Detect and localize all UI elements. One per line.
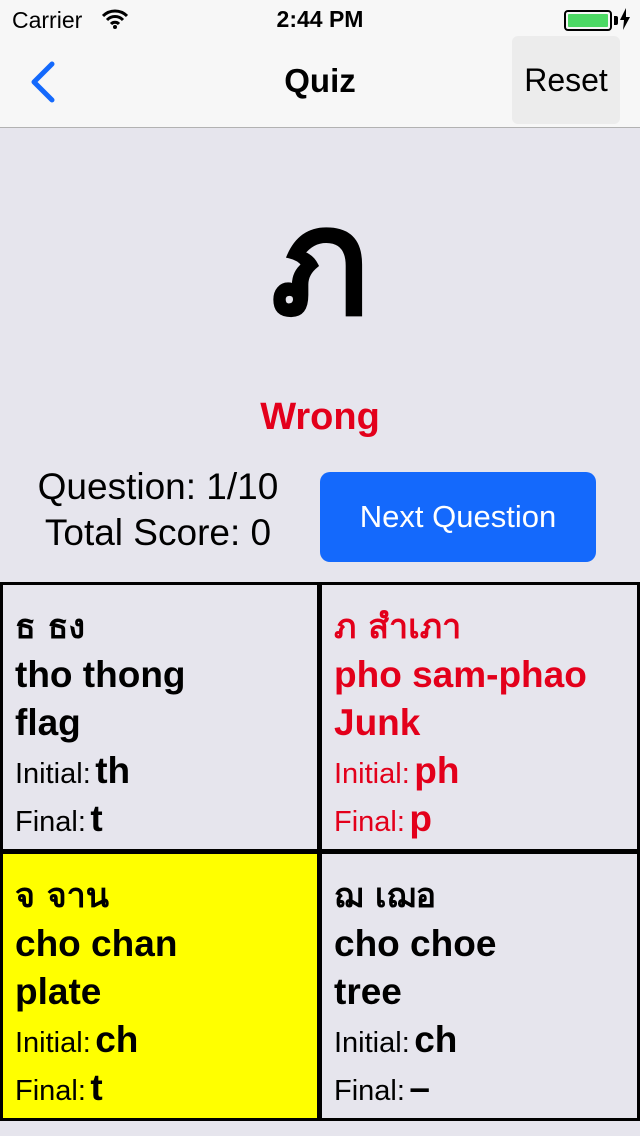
answer-option-2[interactable]: ภ สำเภา pho sam-phao Junk Initial: ph Fi… bbox=[319, 582, 640, 852]
answer-initial: Initial: ch bbox=[334, 1016, 637, 1064]
reset-button[interactable]: Reset bbox=[512, 36, 620, 124]
answer-option-4[interactable]: ฌ เฌอ cho choe tree Initial: ch Final: – bbox=[319, 851, 640, 1121]
initial-label: Initial: bbox=[334, 758, 410, 790]
final-label: Final: bbox=[15, 1075, 86, 1107]
initial-value: ch bbox=[414, 1019, 458, 1060]
initial-value: th bbox=[95, 750, 131, 791]
initial-label: Initial: bbox=[15, 758, 91, 790]
initial-label: Initial: bbox=[334, 1027, 410, 1059]
answer-thai: ภ สำเภา bbox=[334, 607, 462, 647]
answer-option-1[interactable]: ธ ธง tho thong flag Initial: th Final: t bbox=[0, 582, 320, 852]
final-value: p bbox=[409, 798, 432, 839]
final-value: t bbox=[90, 798, 103, 839]
next-question-button[interactable]: Next Question bbox=[320, 472, 596, 562]
answer-name: tho thong bbox=[15, 654, 186, 695]
question-info: Question: 1/10 Total Score: 0 bbox=[12, 464, 304, 556]
initial-value: ch bbox=[95, 1019, 139, 1060]
answer-thai: ฌ เฌอ bbox=[334, 876, 436, 916]
charging-bolt-icon bbox=[620, 8, 630, 35]
status-bar: Carrier 2:44 PM bbox=[0, 0, 640, 40]
initial-value: ph bbox=[414, 750, 460, 791]
battery-icon bbox=[564, 10, 612, 31]
answer-name: cho chan bbox=[15, 923, 178, 964]
result-label: Wrong bbox=[260, 396, 380, 438]
answer-meaning: flag bbox=[15, 702, 81, 743]
status-time: 2:44 PM bbox=[276, 6, 364, 32]
question-counter: Question: 1/10 bbox=[37, 466, 279, 507]
answer-name: cho choe bbox=[334, 923, 497, 964]
answer-final: Final: t bbox=[15, 1064, 317, 1112]
answer-thai: จ จาน bbox=[15, 876, 110, 916]
answer-option-3[interactable]: จ จาน cho chan plate Initial: ch Final: … bbox=[0, 851, 320, 1121]
final-label: Final: bbox=[334, 1075, 405, 1107]
navigation-bar: Quiz Reset bbox=[0, 36, 640, 128]
answer-initial: Initial: ch bbox=[15, 1016, 317, 1064]
answer-thai: ธ ธง bbox=[15, 607, 85, 647]
answer-meaning: tree bbox=[334, 971, 402, 1012]
final-label: Final: bbox=[15, 806, 86, 838]
answer-meaning: Junk bbox=[334, 702, 421, 743]
quiz-letter: ภ bbox=[270, 176, 370, 350]
answer-final: Final: t bbox=[15, 795, 317, 843]
final-value: t bbox=[90, 1067, 103, 1108]
answer-final: Final: p bbox=[334, 795, 637, 843]
answer-initial: Initial: ph bbox=[334, 747, 637, 795]
final-label: Final: bbox=[334, 806, 405, 838]
answer-name: pho sam-phao bbox=[334, 654, 587, 695]
total-score: Total Score: 0 bbox=[44, 512, 272, 553]
final-value: – bbox=[409, 1067, 430, 1108]
answer-initial: Initial: th bbox=[15, 747, 317, 795]
answer-final: Final: – bbox=[334, 1064, 637, 1112]
answer-grid: ธ ธง tho thong flag Initial: th Final: t… bbox=[0, 582, 640, 1122]
battery-tip bbox=[614, 16, 618, 25]
initial-label: Initial: bbox=[15, 1027, 91, 1059]
answer-meaning: plate bbox=[15, 971, 102, 1012]
